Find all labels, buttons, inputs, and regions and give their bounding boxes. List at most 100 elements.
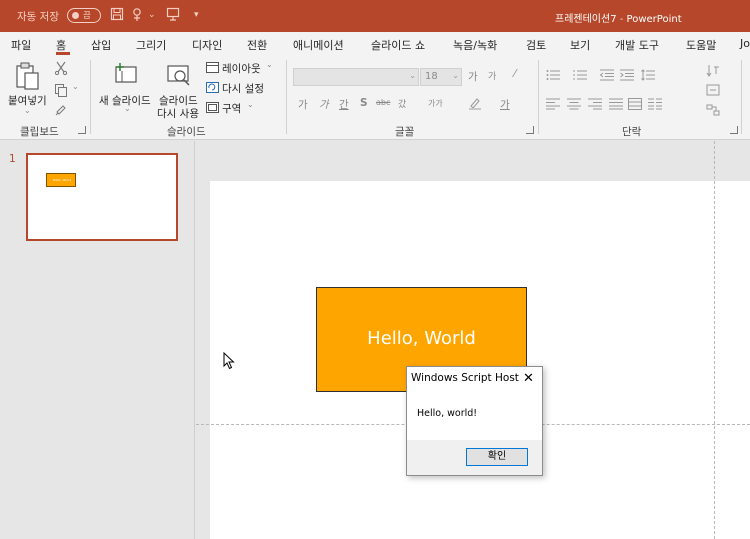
- line-spacing-icon[interactable]: [641, 69, 655, 84]
- tab-animations[interactable]: 애니메이션: [293, 37, 344, 53]
- paste-icon[interactable]: [14, 61, 40, 94]
- thumbnail-shape: Hello, World: [46, 173, 76, 187]
- customize-arrow-icon[interactable]: ⌄: [148, 7, 156, 24]
- autosave-state: 끔: [83, 11, 91, 21]
- text-direction-icon[interactable]: [706, 64, 720, 81]
- slide-thumbnail[interactable]: Hello, World: [26, 153, 178, 241]
- group-divider: [741, 60, 742, 134]
- new-slide-icon[interactable]: [112, 61, 140, 90]
- underline-button[interactable]: 간: [339, 97, 349, 112]
- ok-button[interactable]: 확인: [466, 448, 528, 466]
- font-name-dropdown-icon[interactable]: ⌄: [409, 71, 416, 80]
- clear-formatting-icon[interactable]: ⁄: [514, 68, 516, 80]
- tab-insert[interactable]: 삽입: [91, 37, 111, 53]
- autosave-toggle[interactable]: 끔: [67, 8, 101, 23]
- thumbnail-shape-text: Hello, World: [53, 178, 72, 182]
- align-left-icon[interactable]: [546, 98, 560, 113]
- char-spacing-button[interactable]: 갔: [398, 97, 406, 110]
- presentation-icon[interactable]: [166, 7, 180, 24]
- message-dialog: Windows Script Host ✕ Hello, world! 확인: [406, 366, 543, 476]
- reset-icon[interactable]: [206, 82, 219, 96]
- tab-review[interactable]: 검토: [526, 37, 546, 53]
- increase-indent-icon[interactable]: [620, 69, 634, 84]
- font-size-dropdown-icon[interactable]: ⌄: [452, 71, 459, 80]
- highlight-icon[interactable]: [468, 96, 482, 113]
- touch-mode-icon[interactable]: [131, 7, 145, 24]
- format-painter-icon[interactable]: [54, 102, 68, 119]
- layout-dropdown-icon[interactable]: ⌄: [266, 60, 273, 69]
- italic-button[interactable]: 가: [319, 97, 329, 112]
- tab-draw[interactable]: 그리기: [136, 37, 166, 53]
- window-title: 프레젠테이션7 - PowerPoint: [555, 10, 682, 25]
- group-divider: [90, 60, 91, 134]
- slides-group-label: 슬라이드: [167, 126, 206, 138]
- section-dropdown-icon[interactable]: ⌄: [247, 100, 254, 109]
- autosave-label: 자동 저장: [17, 11, 59, 23]
- layout-button[interactable]: 레이아웃: [222, 61, 261, 76]
- font-name-combo[interactable]: ⌄: [293, 68, 419, 86]
- close-icon[interactable]: ✕: [523, 371, 534, 386]
- section-button[interactable]: 구역: [222, 101, 241, 116]
- vertical-guide[interactable]: [714, 141, 715, 539]
- ribbon-tabs: 파일 홈 삽입 그리기 디자인 전환 애니메이션 슬라이드 쇼 녹음/녹화 검토…: [0, 32, 750, 56]
- dialog-message: Hello, world!: [417, 408, 478, 419]
- tab-transitions[interactable]: 전환: [247, 37, 267, 53]
- copy-dropdown-icon[interactable]: ⌄: [72, 82, 79, 91]
- shape-text[interactable]: Hello, World: [317, 328, 526, 349]
- bold-button[interactable]: 가: [298, 97, 308, 112]
- bullets-icon[interactable]: [546, 69, 560, 84]
- shadow-button[interactable]: S: [360, 97, 368, 109]
- decrease-indent-icon[interactable]: [599, 69, 614, 84]
- columns-icon[interactable]: [648, 98, 662, 113]
- cut-icon[interactable]: [54, 61, 68, 78]
- tab-view[interactable]: 보기: [570, 37, 590, 53]
- group-divider: [538, 60, 539, 134]
- grow-font-button[interactable]: 가: [468, 69, 478, 84]
- tab-file[interactable]: 파일: [11, 37, 31, 53]
- shrink-font-button[interactable]: 가: [488, 69, 496, 82]
- new-slide-dropdown-icon[interactable]: ⌄: [124, 104, 131, 113]
- dialog-title: Windows Script Host: [411, 372, 519, 384]
- change-case-button[interactable]: 가가: [428, 98, 443, 109]
- tab-home[interactable]: 홈: [56, 37, 66, 53]
- align-right-icon[interactable]: [588, 98, 602, 113]
- save-icon[interactable]: [110, 7, 124, 24]
- clipboard-group-label: 클립보드: [20, 126, 59, 138]
- tab-slideshow[interactable]: 슬라이드 쇼: [371, 37, 425, 53]
- justify-icon[interactable]: [609, 98, 623, 113]
- title-bar: 자동 저장 끔 ⌄ ▾ 프레젠테이션7 - PowerPoint: [0, 0, 750, 32]
- tab-record[interactable]: 녹음/녹화: [453, 37, 497, 53]
- section-icon[interactable]: [206, 102, 219, 116]
- font-launcher-icon[interactable]: [526, 126, 534, 134]
- slide-number: 1: [9, 153, 16, 165]
- paragraph-launcher-icon[interactable]: [730, 126, 738, 134]
- smartart-icon[interactable]: [706, 104, 720, 119]
- font-size-value: 18: [425, 71, 438, 82]
- paste-dropdown-icon[interactable]: ⌄: [24, 106, 31, 115]
- layout-icon[interactable]: [206, 62, 219, 76]
- copy-icon[interactable]: [54, 83, 68, 100]
- strikethrough-button[interactable]: abc: [376, 98, 390, 107]
- reuse-slides-icon[interactable]: [166, 62, 192, 91]
- quick-access-more-icon[interactable]: ▾: [194, 7, 199, 24]
- align-center-icon[interactable]: [567, 98, 581, 113]
- app-name: PowerPoint: [626, 14, 682, 25]
- clipboard-launcher-icon[interactable]: [78, 126, 86, 134]
- group-divider: [286, 60, 287, 134]
- active-tab-indicator: [56, 52, 70, 55]
- tab-jo[interactable]: Jo: [740, 37, 750, 50]
- tab-help[interactable]: 도움말: [686, 37, 716, 53]
- mouse-cursor-icon: [223, 351, 235, 373]
- font-color-button[interactable]: 가: [500, 97, 510, 112]
- toggle-knob: [72, 12, 79, 19]
- font-group-label: 글꼴: [395, 126, 415, 138]
- font-size-combo[interactable]: 18 ⌄: [420, 68, 462, 86]
- tab-design[interactable]: 디자인: [192, 37, 222, 53]
- distributed-icon[interactable]: [628, 98, 642, 113]
- tab-developer[interactable]: 개발 도구: [615, 37, 659, 53]
- align-text-icon[interactable]: [706, 84, 720, 99]
- paragraph-group-label: 단락: [622, 126, 642, 138]
- reset-button[interactable]: 다시 설정: [222, 81, 264, 96]
- reuse-slides-label-2[interactable]: 다시 사용: [157, 106, 199, 121]
- numbering-icon[interactable]: [573, 69, 587, 84]
